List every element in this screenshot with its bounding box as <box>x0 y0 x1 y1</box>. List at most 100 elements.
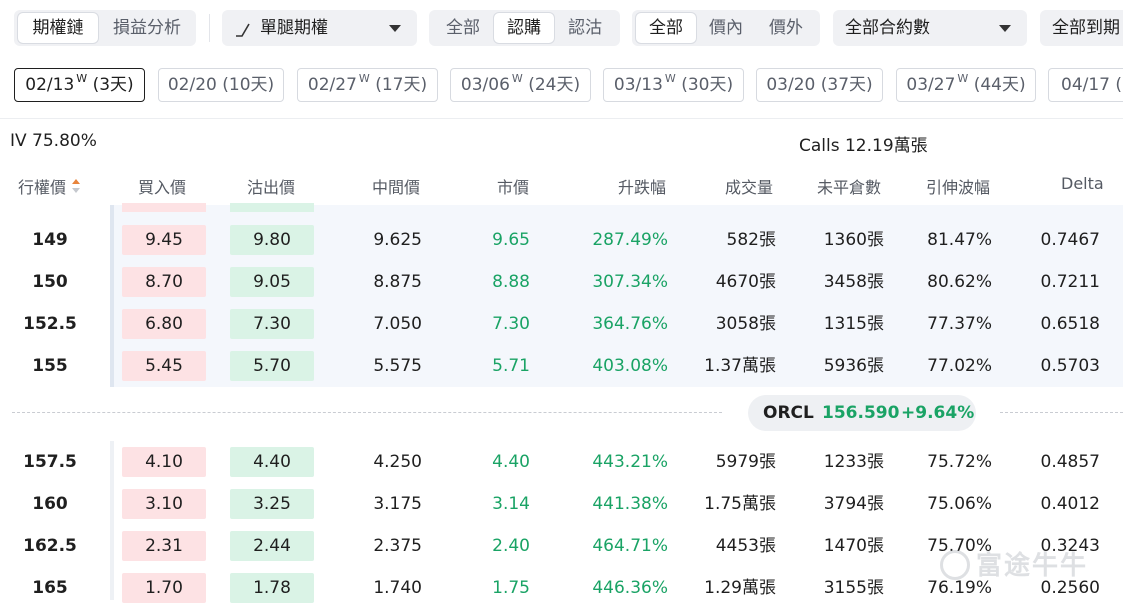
expiry-date: 02/27 <box>307 75 357 95</box>
header-implied-vol: 引伸波幅 <box>926 178 991 197</box>
volume-cell: 5979張 <box>715 452 776 472</box>
underlying-price-pill: ORCL 156.590 +9.64% <box>748 395 976 431</box>
header-bid: 買入價 <box>138 178 187 197</box>
tab-pnl-analysis[interactable]: 損益分析 <box>102 13 192 43</box>
toolbar-divider <box>209 14 210 42</box>
ask-cell[interactable]: 4.40 <box>230 447 314 477</box>
single-leg-icon <box>236 23 250 37</box>
implied-volatility-summary: IV 75.80% <box>10 131 97 151</box>
tab-type-puts[interactable]: 認沽 <box>555 13 615 43</box>
weekly-marker: W <box>664 72 676 85</box>
ask-cell[interactable]: 1.78 <box>230 573 314 603</box>
partial-row-bid <box>122 203 206 212</box>
volume-cell: 4453張 <box>715 536 776 556</box>
tab-option-chain[interactable]: 期權鏈 <box>18 13 98 43</box>
last-cell: 2.40 <box>492 536 530 556</box>
table-row[interactable]: 155 5.45 5.70 5.575 5.71 403.08% 1.37萬張 … <box>0 345 1123 387</box>
ask-cell[interactable]: 9.80 <box>230 225 314 255</box>
expiry-select[interactable]: 全部到期 <box>1040 10 1123 46</box>
last-cell: 3.14 <box>492 494 530 514</box>
bid-cell[interactable]: 2.31 <box>122 531 206 561</box>
bid-cell[interactable]: 3.10 <box>122 489 206 519</box>
expiry-chip-0213[interactable]: 02/13 W (3天) <box>14 68 145 102</box>
header-mid: 中間價 <box>372 178 421 197</box>
mid-cell: 4.250 <box>373 452 422 472</box>
bid-cell[interactable]: 9.45 <box>122 225 206 255</box>
weekly-marker: W <box>358 72 370 85</box>
strike-cell: 157.5 <box>23 452 77 472</box>
open-interest-cell: 3458張 <box>823 272 884 292</box>
tab-type-all[interactable]: 全部 <box>433 13 493 43</box>
expiry-date: 03/27 <box>906 75 956 95</box>
underlying-change: +9.64% <box>901 403 975 423</box>
underlying-price: 156.590 <box>822 403 900 423</box>
mid-cell: 5.575 <box>373 356 422 376</box>
expiry-chip-0417[interactable]: 04/17 (6 <box>1048 68 1123 102</box>
chevron-down-icon <box>389 25 401 32</box>
expiry-chip-0313[interactable]: 03/13 W (30天) <box>603 68 744 102</box>
change-cell: 364.76% <box>592 314 668 334</box>
ask-cell[interactable]: 5.70 <box>230 351 314 381</box>
expiry-date: 03/06 <box>460 75 510 95</box>
header-volume: 成交量 <box>725 178 774 197</box>
tab-money-all[interactable]: 全部 <box>636 13 696 43</box>
expiry-chip-0220[interactable]: 02/20 (10天) <box>158 68 284 102</box>
ask-cell[interactable]: 9.05 <box>230 267 314 297</box>
bid-cell[interactable]: 8.70 <box>122 267 206 297</box>
bid-cell[interactable]: 6.80 <box>122 309 206 339</box>
sort-icon[interactable] <box>71 178 81 194</box>
last-cell: 4.40 <box>492 452 530 472</box>
open-interest-cell: 1360張 <box>823 230 884 250</box>
mid-cell: 9.625 <box>373 230 422 250</box>
expiry-chip-0327[interactable]: 03/27 W (44天) <box>896 68 1036 102</box>
table-row[interactable]: 157.5 4.10 4.40 4.250 4.40 443.21% 5979張… <box>0 441 1123 483</box>
table-row[interactable]: 160 3.10 3.25 3.175 3.14 441.38% 1.75萬張 … <box>0 483 1123 525</box>
expiry-chip-0320[interactable]: 03/20 (37天) <box>756 68 883 102</box>
change-cell: 403.08% <box>592 356 668 376</box>
strike-cell: 150 <box>32 272 68 292</box>
last-cell: 9.65 <box>492 230 530 250</box>
moneyness-tabs: 全部 價內 價外 <box>632 10 820 46</box>
tab-out-of-the-money[interactable]: 價外 <box>756 13 816 43</box>
expiry-date: 04/17 <box>1061 75 1110 95</box>
bid-cell[interactable]: 5.45 <box>122 351 206 381</box>
strike-cell: 162.5 <box>23 536 77 556</box>
table-row[interactable]: 150 8.70 9.05 8.875 8.88 307.34% 4670張 3… <box>0 261 1123 303</box>
strike-cell: 152.5 <box>23 314 77 334</box>
expiry-days: (17天) <box>375 75 428 95</box>
expiry-chip-0306[interactable]: 03/06 W (24天) <box>450 68 591 102</box>
ask-cell[interactable]: 7.30 <box>230 309 314 339</box>
open-interest-cell: 5936張 <box>823 356 884 376</box>
ask-cell[interactable]: 2.44 <box>230 531 314 561</box>
bid-cell[interactable]: 4.10 <box>122 447 206 477</box>
expiry-days: (10天) <box>222 75 275 95</box>
expiry-days: (37天) <box>820 75 873 95</box>
tab-in-the-money[interactable]: 價內 <box>696 13 756 43</box>
volume-cell: 1.75萬張 <box>704 494 776 514</box>
mode-tabs: 期權鏈 損益分析 <box>14 10 196 46</box>
weekly-marker: W <box>76 72 88 85</box>
tab-type-calls[interactable]: 認購 <box>494 13 554 43</box>
table-row[interactable]: 152.5 6.80 7.30 7.050 7.30 364.76% 3058張… <box>0 303 1123 345</box>
table-row[interactable]: 149 9.45 9.80 9.625 9.65 287.49% 582張 13… <box>0 219 1123 261</box>
open-interest-cell: 3794張 <box>823 494 884 514</box>
header-strike[interactable]: 行權價 <box>18 174 66 198</box>
delta-cell: 0.7211 <box>1040 272 1100 292</box>
bid-cell[interactable]: 1.70 <box>122 573 206 603</box>
mid-cell: 8.875 <box>373 272 422 292</box>
header-open-interest: 未平倉數 <box>817 178 882 197</box>
delta-cell: 0.4857 <box>1040 452 1100 472</box>
mid-cell: 7.050 <box>373 314 422 334</box>
volume-cell: 582張 <box>726 230 776 250</box>
change-cell: 287.49% <box>592 230 668 250</box>
strategy-select[interactable]: 單腿期權 <box>222 10 417 46</box>
expiry-days: (30天) <box>681 75 734 95</box>
expiry-days: (24天) <box>528 75 581 95</box>
strike-cell: 155 <box>32 356 68 376</box>
ask-cell[interactable]: 3.25 <box>230 489 314 519</box>
expiry-chip-0227[interactable]: 02/27 W (17天) <box>297 68 438 102</box>
divider <box>0 118 1123 119</box>
implied-vol-cell: 75.06% <box>927 494 992 514</box>
last-cell: 7.30 <box>492 314 530 334</box>
contracts-select[interactable]: 全部合約數 <box>833 10 1027 46</box>
